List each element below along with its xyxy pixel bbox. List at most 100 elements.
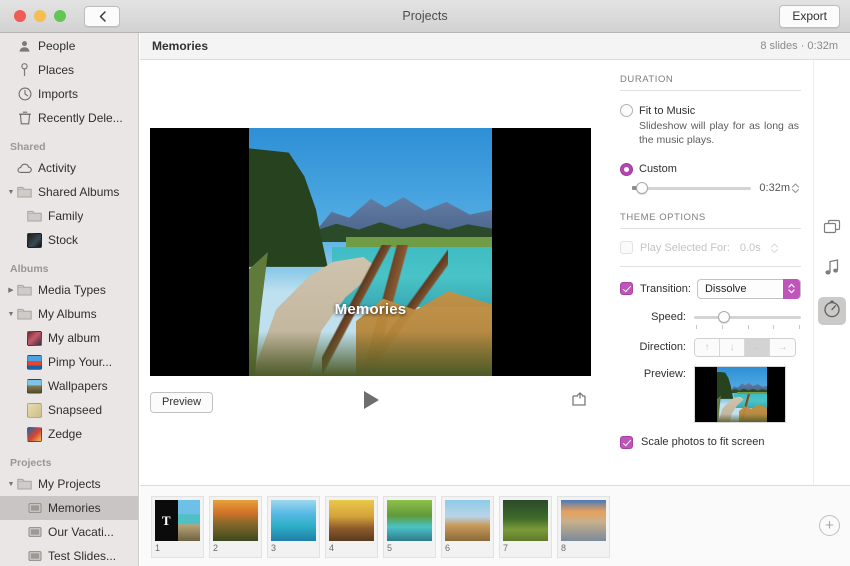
slide-preview[interactable]: Memories: [150, 128, 591, 376]
sidebar-item-snapseed[interactable]: ▶Snapseed: [0, 398, 138, 422]
speed-slider[interactable]: [694, 310, 801, 324]
sidebar-item-label: Recently Dele...: [38, 111, 123, 125]
sidebar-item-label: Imports: [38, 87, 79, 101]
add-slide-button[interactable]: +: [819, 515, 840, 536]
direction-label: Direction:: [639, 341, 686, 354]
map-pin-icon: [16, 63, 33, 78]
direction-right-button[interactable]: →: [770, 338, 795, 356]
fit-to-music-row[interactable]: Fit to Music: [608, 104, 813, 117]
up-arrow-icon: ↑: [704, 341, 710, 353]
transition-checkbox[interactable]: [620, 282, 633, 296]
transition-preview-thumbnail[interactable]: [694, 365, 786, 423]
custom-duration-radio[interactable]: [620, 162, 633, 176]
duration-tab-button[interactable]: [818, 297, 846, 325]
themes-tab-button[interactable]: [818, 215, 846, 243]
custom-duration-slider[interactable]: [632, 181, 752, 195]
slideshow-icon: [26, 525, 43, 540]
sidebar-item-zedge[interactable]: ▶Zedge: [0, 422, 138, 446]
slide-thumbnail-photo: [177, 500, 200, 541]
slide-number: 4: [329, 543, 335, 553]
disclosure-triangle-icon[interactable]: ▼: [6, 189, 16, 196]
disclosure-triangle-icon[interactable]: ▼: [6, 311, 16, 318]
direction-row[interactable]: Direction: ↑ ↓ ← →: [608, 337, 813, 357]
chevron-left-icon: [99, 10, 106, 22]
sidebar-item-media-types[interactable]: ▶ Media Types: [0, 278, 138, 302]
custom-duration-slider-row[interactable]: 0:32m: [608, 180, 813, 196]
person-icon: [16, 39, 33, 54]
minimize-window-button[interactable]: [34, 10, 46, 22]
filmstrip-slide[interactable]: 3: [267, 496, 320, 558]
chevron-updown-icon[interactable]: [783, 278, 800, 299]
sidebar-item-label: My Albums: [38, 307, 97, 321]
slide-thumbnail-photo: [561, 500, 606, 541]
filmstrip[interactable]: T1234 5 6 78: [140, 485, 850, 566]
sidebar-item-family[interactable]: ▶Family: [0, 204, 138, 228]
sidebar-item-memories[interactable]: ▶Memories: [0, 496, 138, 520]
sidebar-item-activity[interactable]: ▶Activity: [0, 156, 138, 180]
speed-slider-knob[interactable]: [717, 310, 730, 323]
window-titlebar: Projects Export: [0, 0, 850, 33]
trash-icon: [16, 111, 33, 126]
folder-icon: [16, 283, 33, 298]
export-button[interactable]: Export: [779, 4, 840, 28]
scale-photos-checkbox[interactable]: [620, 435, 633, 449]
slide-thumbnail-photo: [213, 500, 258, 541]
sidebar-item-my-albums[interactable]: ▼ My Albums: [0, 302, 138, 326]
sidebar-item-my-album[interactable]: ▶My album: [0, 326, 138, 350]
direction-left-button[interactable]: ←: [745, 338, 770, 356]
sidebar-item-pimp-your[interactable]: ▶Pimp Your...: [0, 350, 138, 374]
slider-knob[interactable]: [636, 181, 649, 194]
direction-segmented-control[interactable]: ↑ ↓ ← →: [694, 337, 796, 357]
direction-up-button[interactable]: ↑: [695, 338, 720, 356]
slide-number: 6: [445, 543, 451, 553]
slide-thumbnail-photo: [329, 500, 374, 541]
fit-to-music-help: Slideshow will play for as long as the m…: [639, 120, 799, 147]
sidebar-item-places[interactable]: ▶Places: [0, 58, 138, 82]
music-tab-button[interactable]: [818, 256, 846, 284]
sidebar-item-imports[interactable]: ▶Imports: [0, 82, 138, 106]
scale-photos-row[interactable]: Scale photos to fit screen: [608, 435, 813, 449]
sidebar-item-shared-albums[interactable]: ▼ Shared Albums: [0, 180, 138, 204]
slide-number: 5: [387, 543, 393, 553]
filmstrip-slide[interactable]: 8: [557, 496, 610, 558]
sidebar-item-label: Activity: [38, 161, 77, 175]
custom-duration-stepper[interactable]: [790, 180, 801, 196]
sidebar-item-label: My album: [48, 331, 101, 345]
sidebar-item-recently-dele[interactable]: ▶Recently Dele...: [0, 106, 138, 130]
speed-row[interactable]: Speed:: [608, 310, 813, 331]
filmstrip-slide[interactable]: 6: [441, 496, 494, 558]
back-button[interactable]: [84, 5, 120, 27]
zoom-window-button[interactable]: [54, 10, 66, 22]
close-window-button[interactable]: [14, 10, 26, 22]
play-selected-for-stepper: [769, 240, 780, 256]
fit-to-music-radio[interactable]: [620, 104, 633, 117]
slide-thumbnail-photo: [503, 500, 548, 541]
preview-label: Preview:: [643, 367, 686, 380]
filmstrip-slide[interactable]: 7: [499, 496, 552, 558]
transition-select[interactable]: Dissolve: [696, 278, 801, 299]
filmstrip-slide[interactable]: 4: [325, 496, 378, 558]
export-loop-button[interactable]: [569, 392, 589, 412]
sidebar-item-label: Memories: [48, 501, 101, 515]
transition-row[interactable]: Transition: Dissolve: [608, 278, 813, 299]
filmstrip-slide[interactable]: 5: [383, 496, 436, 558]
preview-button[interactable]: Preview: [150, 392, 214, 413]
custom-duration-row[interactable]: Custom: [608, 162, 813, 176]
sidebar-item-test-slides[interactable]: ▶Test Slides...: [0, 544, 138, 566]
direction-down-button[interactable]: ↓: [720, 338, 745, 356]
slide-thumbnail-photo: [445, 500, 490, 541]
sidebar-item-my-projects[interactable]: ▼ My Projects: [0, 472, 138, 496]
disclosure-triangle-icon[interactable]: ▶: [6, 286, 16, 294]
filmstrip-slide[interactable]: T1: [151, 496, 204, 558]
disclosure-triangle-icon[interactable]: ▼: [6, 481, 16, 488]
play-button[interactable]: [358, 388, 384, 416]
filmstrip-slide[interactable]: 2: [209, 496, 262, 558]
sidebar-item-wallpapers[interactable]: ▶Wallpapers: [0, 374, 138, 398]
sidebar-item-stock[interactable]: ▶Stock: [0, 228, 138, 252]
play-selected-for-row: Play Selected For: 0.0s: [608, 240, 813, 256]
sidebar-item-our-vacati[interactable]: ▶Our Vacati...: [0, 520, 138, 544]
duration-timer-icon: [823, 300, 841, 323]
sidebar[interactable]: ▶People▶Places▶Imports▶Recently Dele...S…: [0, 33, 139, 566]
sidebar-item-label: Stock: [48, 233, 79, 247]
sidebar-item-people[interactable]: ▶People: [0, 34, 138, 58]
